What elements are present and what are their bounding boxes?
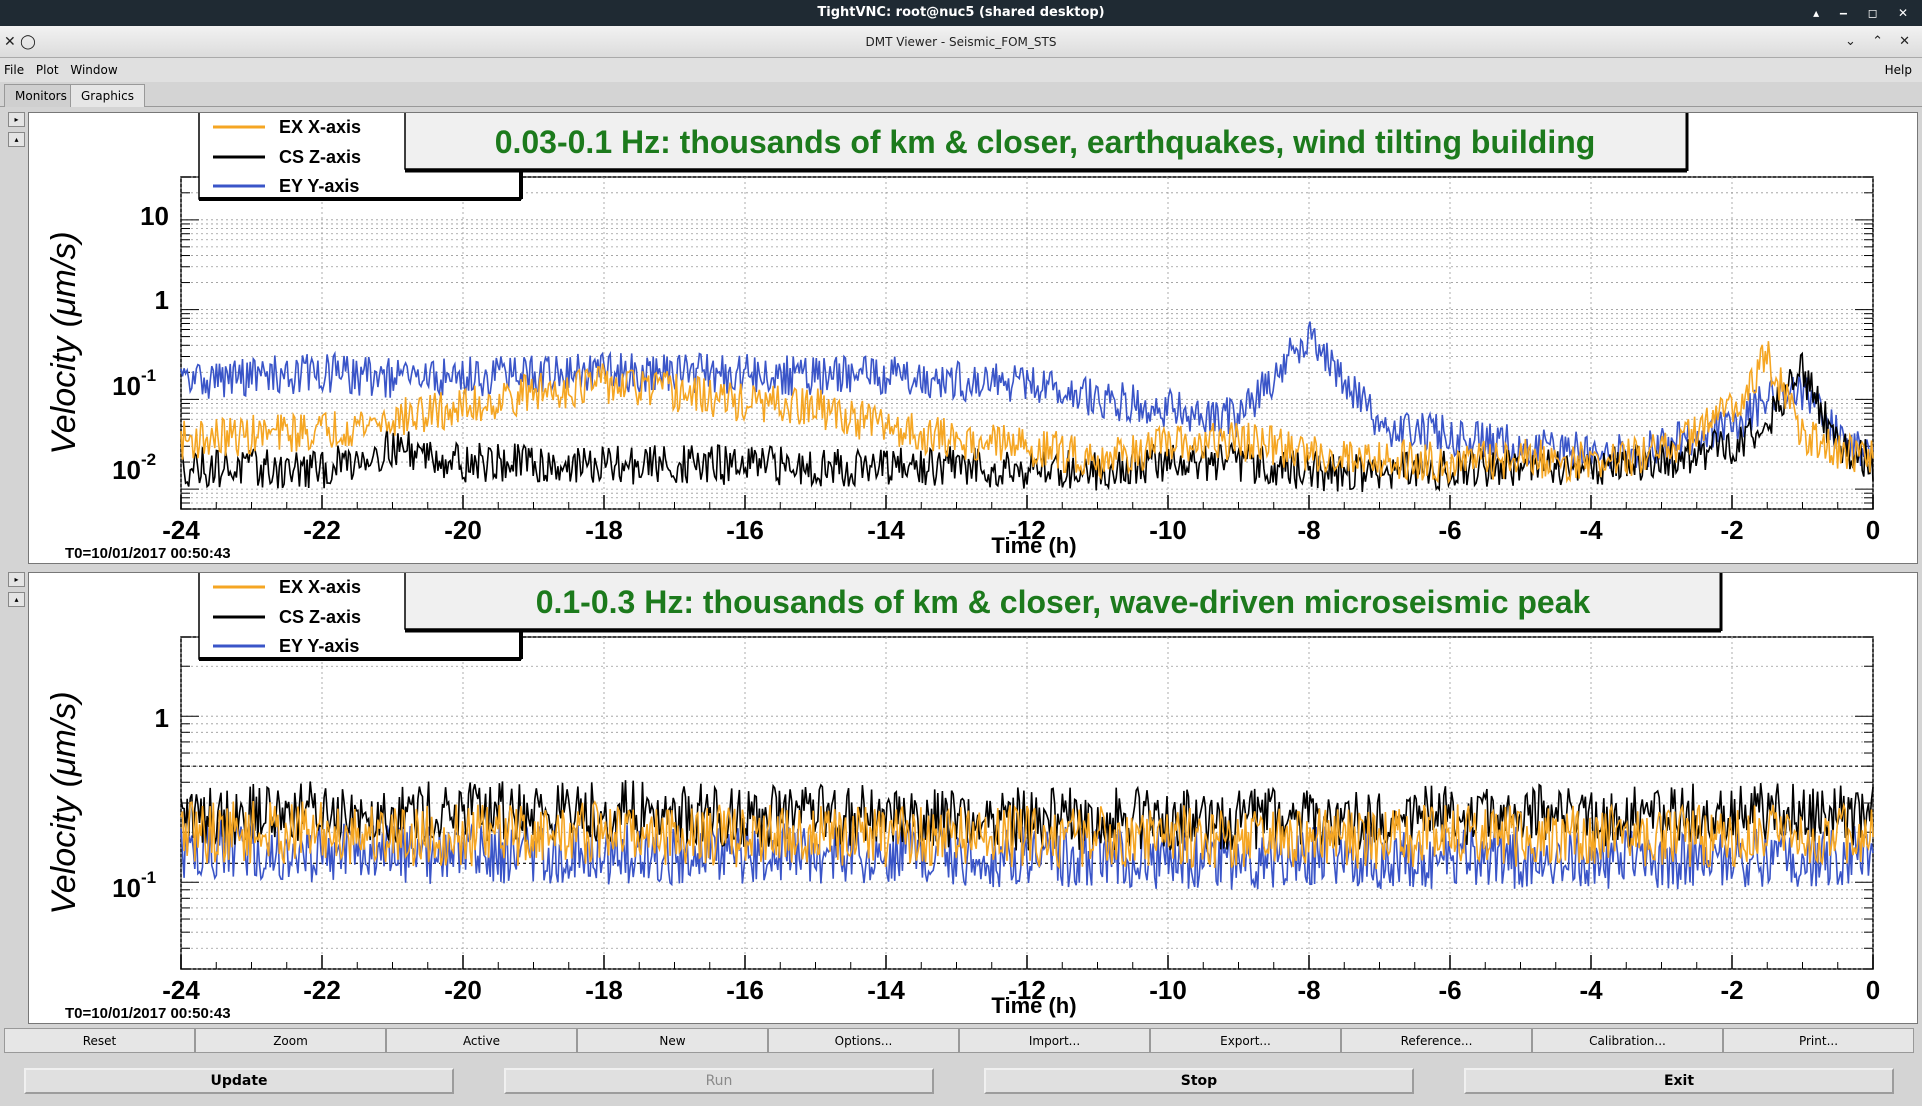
update-button[interactable]: Update: [24, 1068, 454, 1094]
y-axis: 1 10 -1: [112, 703, 169, 903]
legend-label: EX X-axis: [279, 577, 361, 597]
x-tick-label: -10: [1149, 975, 1187, 1005]
x-tick-label: -18: [585, 975, 623, 1005]
x-tick-label: -14: [867, 975, 905, 1005]
banner-text: 0.03-0.1 Hz: thousands of km & closer, e…: [495, 124, 1596, 160]
y-tick-label: 10: [112, 371, 141, 401]
x-axis-label: Time (h): [991, 993, 1076, 1018]
banner: 0.03-0.1 Hz: thousands of km & closer, e…: [404, 108, 1689, 173]
run-controls-row: Update Run Stop Exit: [0, 1064, 1922, 1100]
plot-pad-1[interactable]: -24 -22 -20 -18 -16 -14 -12 -10 -8 -6 -4 -2 0 10 1 1…: [28, 106, 1918, 564]
window-controls[interactable]: ⌄ ⌃ ✕: [1845, 26, 1916, 58]
x-tick-label: -2: [1720, 975, 1743, 1005]
x-tick-label: -6: [1438, 515, 1461, 545]
x-tick-label: -22: [303, 975, 341, 1005]
app-titlebar: ✕ ◯ DMT Viewer - Seismic_FOM_STS ⌄ ⌃ ✕: [0, 26, 1922, 58]
zoom-button[interactable]: Zoom: [195, 1028, 386, 1053]
menu-window[interactable]: Window: [66, 58, 121, 82]
exit-button[interactable]: Exit: [1464, 1068, 1894, 1094]
pad-collapse-button[interactable]: ▴: [8, 592, 25, 607]
y-tick-label: 10: [140, 201, 169, 231]
x-tick-label: -10: [1149, 515, 1187, 545]
t0-timestamp: T0=10/01/2017 00:50:43: [65, 545, 231, 562]
y-tick-label: 1: [155, 285, 169, 315]
x-tick-label: -4: [1579, 515, 1603, 545]
x-tick-label: -16: [726, 515, 764, 545]
x-tick-label: -24: [162, 515, 200, 545]
print-button[interactable]: Print...: [1723, 1028, 1914, 1053]
pad-expand-button[interactable]: ▸: [8, 572, 25, 587]
x-tick-label: -20: [444, 975, 482, 1005]
tab-graphics[interactable]: Graphics: [70, 84, 145, 107]
vnc-window-controls[interactable]: ▴ ‒ ◻ ✕: [1813, 0, 1916, 26]
y-axis-label: Velocity (μm/s): [45, 231, 83, 454]
x-tick-label: -6: [1438, 975, 1461, 1005]
legend-label: CS Z-axis: [279, 147, 361, 167]
y-tick-exponent: -1: [141, 868, 156, 887]
x-tick-label: -4: [1579, 975, 1603, 1005]
options-button[interactable]: Options...: [768, 1028, 959, 1053]
x-tick-label: -14: [867, 515, 905, 545]
pad-collapse-button[interactable]: ▴: [8, 132, 25, 147]
calibration-button[interactable]: Calibration...: [1532, 1028, 1723, 1053]
run-button[interactable]: Run: [504, 1068, 934, 1094]
banner: 0.1-0.3 Hz: thousands of km & closer, wa…: [404, 568, 1723, 633]
import-button[interactable]: Import...: [959, 1028, 1150, 1053]
menu-plot[interactable]: Plot: [32, 58, 63, 82]
legend-label: EX X-axis: [279, 117, 361, 137]
x-tick-label: -18: [585, 515, 623, 545]
plot-controls-row: Reset Zoom Active New Options... Import.…: [4, 1028, 1918, 1053]
menubar: File Plot Window Help: [0, 58, 1922, 82]
x-tick-label: -16: [726, 975, 764, 1005]
x-tick-label: -2: [1720, 515, 1743, 545]
active-button[interactable]: Active: [386, 1028, 577, 1053]
reset-button[interactable]: Reset: [4, 1028, 195, 1053]
t0-timestamp: T0=10/01/2017 00:50:43: [65, 1005, 231, 1022]
x-tick-label: -22: [303, 515, 341, 545]
vnc-titlebar: TightVNC: root@nuc5 (shared desktop) ▴ ‒…: [0, 0, 1922, 26]
y-tick-exponent: -2: [141, 450, 156, 469]
x-tick-label: 0: [1866, 515, 1880, 545]
app-menu-icon[interactable]: ✕ ◯: [4, 26, 36, 58]
new-button[interactable]: New: [577, 1028, 768, 1053]
legend-label: EY Y-axis: [279, 636, 359, 656]
export-button[interactable]: Export...: [1150, 1028, 1341, 1053]
x-tick-label: -8: [1297, 975, 1320, 1005]
reference-button[interactable]: Reference...: [1341, 1028, 1532, 1053]
y-tick-label: 1: [155, 703, 169, 733]
tab-monitors[interactable]: Monitors: [4, 84, 78, 107]
menu-help[interactable]: Help: [1881, 58, 1916, 82]
plot-2-canvas[interactable]: -24 -22 -20 -18 -16 -14 -12 -10 -8 -6 -4 -2 0 1 10 -…: [29, 566, 1917, 1023]
y-tick-label: 10: [112, 873, 141, 903]
pad-expand-button[interactable]: ▸: [8, 112, 25, 127]
x-tick-label: 0: [1866, 975, 1880, 1005]
x-tick-label: -20: [444, 515, 482, 545]
window-title: DMT Viewer - Seismic_FOM_STS: [865, 35, 1057, 49]
y-axis: 10 1 10 -1 10 -2: [112, 201, 169, 485]
y-tick-exponent: -1: [141, 366, 156, 385]
banner-text: 0.1-0.3 Hz: thousands of km & closer, wa…: [536, 584, 1591, 620]
x-axis-label: Time (h): [991, 533, 1076, 558]
legend-label: EY Y-axis: [279, 176, 359, 196]
vnc-title: TightVNC: root@nuc5 (shared desktop): [817, 5, 1105, 20]
plot-1-canvas[interactable]: -24 -22 -20 -18 -16 -14 -12 -10 -8 -6 -4 -2 0 10 1 1…: [29, 106, 1917, 563]
y-tick-label: 10: [112, 455, 141, 485]
legend-label: CS Z-axis: [279, 607, 361, 627]
tab-bar: Monitors Graphics: [0, 82, 1922, 107]
y-axis-label: Velocity (μm/s): [45, 691, 83, 914]
x-tick-label: -8: [1297, 515, 1320, 545]
plot-pad-2[interactable]: -24 -22 -20 -18 -16 -14 -12 -10 -8 -6 -4 -2 0 1 10 -…: [28, 566, 1918, 1024]
stop-button[interactable]: Stop: [984, 1068, 1414, 1094]
x-tick-label: -24: [162, 975, 200, 1005]
menu-file[interactable]: File: [0, 58, 28, 82]
